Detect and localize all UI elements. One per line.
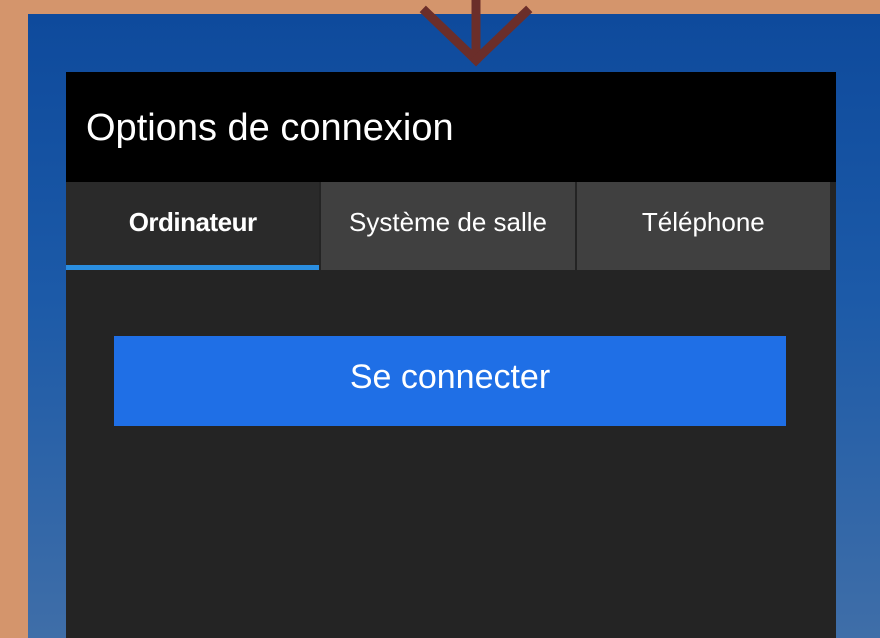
tab-ordinateur[interactable]: Ordinateur [66,182,320,270]
panel-title: Options de connexion [86,107,454,149]
connect-button[interactable]: Se connecter [114,336,786,426]
panel-header: Options de connexion [66,72,836,182]
connection-options-panel: Options de connexion Ordinateur Système … [66,72,836,638]
tab-telephone[interactable]: Téléphone [576,182,830,270]
arrow-down-icon [419,0,533,67]
connection-tabs: Ordinateur Système de salle Téléphone [66,182,830,270]
tab-systeme-de-salle[interactable]: Système de salle [321,182,575,270]
screenshot-stage: Options de connexion Ordinateur Système … [0,0,880,638]
